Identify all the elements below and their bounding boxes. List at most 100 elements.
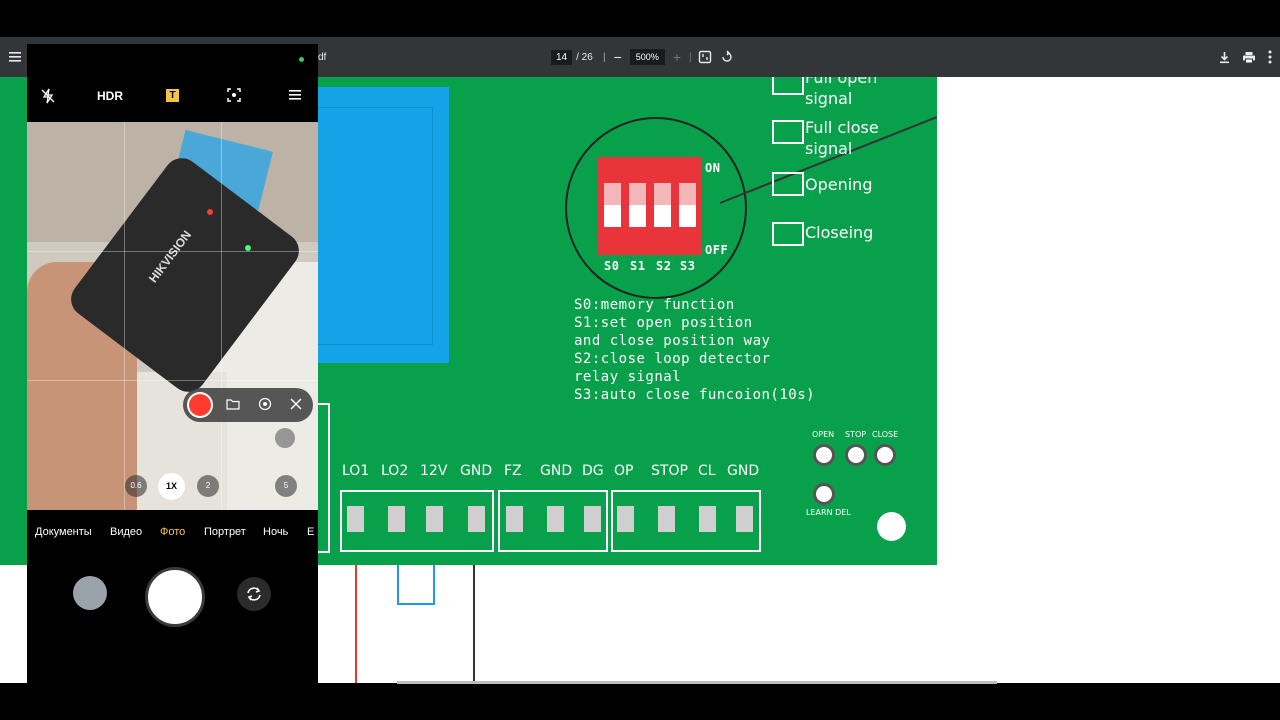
- terminal-pin: [388, 506, 405, 532]
- stop-button-label: STOP: [845, 430, 867, 439]
- horizontal-scrollbar[interactable]: [397, 681, 997, 684]
- learn-button-graphic: [816, 486, 832, 502]
- more-icon[interactable]: [1268, 37, 1272, 77]
- flash-off-icon[interactable]: [41, 88, 55, 107]
- menu-icon[interactable]: [289, 89, 301, 104]
- terminal-label: DG: [582, 463, 604, 479]
- dip-label-s2: S2: [656, 259, 672, 273]
- mode-photo[interactable]: Фото: [160, 526, 185, 538]
- open-button-graphic: [816, 447, 832, 463]
- terminal-pin: [506, 506, 523, 532]
- dip-switch-block: [598, 157, 702, 255]
- mounting-hole: [877, 512, 906, 541]
- terminal-pin: [547, 506, 564, 532]
- red-wire: [355, 565, 357, 683]
- grid-line: [27, 251, 318, 252]
- dip-label-s1: S1: [630, 259, 646, 273]
- rotate-icon[interactable]: [720, 37, 734, 77]
- terminal-label: 12V: [420, 463, 448, 479]
- terminal-label: GND: [727, 463, 760, 479]
- rotate-camera-icon: [247, 587, 261, 601]
- note-line: S0:memory function: [574, 297, 735, 313]
- terminal-pin: [347, 506, 364, 532]
- terminal-label: GND: [540, 463, 573, 479]
- terminal-label: LO1: [342, 463, 370, 479]
- close-button-label: CLOSE: [872, 430, 899, 439]
- note-line: and close position way: [574, 333, 771, 349]
- dip-off-label: OFF: [705, 243, 729, 257]
- folder-icon[interactable]: [226, 397, 240, 416]
- page-number-input[interactable]: 14: [551, 49, 573, 65]
- zoom-option[interactable]: 5: [275, 475, 297, 497]
- learn-del-label: LEARN DEL: [806, 508, 851, 517]
- screenshot-icon[interactable]: [258, 397, 272, 416]
- qr-scan-icon[interactable]: [275, 428, 295, 448]
- note-line: relay signal: [574, 369, 682, 385]
- zoom-divider: |: [603, 51, 606, 63]
- zoom-option[interactable]: 2: [197, 475, 219, 497]
- dip-notes: S0:memory function S1:set open position …: [574, 296, 815, 404]
- zoom-in-icon[interactable]: +: [673, 49, 681, 65]
- legend-led-icon: [772, 77, 804, 95]
- mode-video[interactable]: Видео: [110, 526, 142, 538]
- legend-led-icon: [772, 120, 804, 144]
- gallery-thumbnail[interactable]: [73, 576, 107, 610]
- floating-recorder-bar: [183, 388, 313, 422]
- mode-documents[interactable]: Документы: [35, 526, 92, 538]
- text-mode-icon[interactable]: T: [166, 89, 179, 102]
- note-line: S2:close loop detector: [574, 351, 771, 367]
- terminal-label: LO2: [381, 463, 409, 479]
- terminal-pin: [426, 506, 443, 532]
- black-wire: [473, 565, 475, 683]
- zoom-level-input[interactable]: 500%: [629, 49, 665, 65]
- mode-portrait[interactable]: Портрет: [204, 526, 246, 538]
- download-icon[interactable]: [1218, 37, 1231, 77]
- note-line: S1:set open position: [574, 315, 753, 331]
- dip-label-s0: S0: [604, 259, 620, 273]
- page-total: / 26: [576, 51, 593, 63]
- terminal-label: STOP: [651, 463, 688, 479]
- terminal-label: FZ: [504, 463, 522, 479]
- terminal-pin: [658, 506, 675, 532]
- grid-line: [221, 122, 222, 510]
- stop-button-graphic: [848, 447, 864, 463]
- zoom-option[interactable]: 0.6: [125, 475, 147, 497]
- page-indicator: 14 / 26: [551, 37, 593, 77]
- dip-switch-0: [604, 183, 621, 227]
- zoom-divider-2: |: [689, 51, 692, 63]
- note-line: S3:auto close funcoion(10s): [574, 387, 816, 403]
- legend-full-close: Full close signal: [805, 118, 879, 158]
- scan-icon[interactable]: [227, 88, 241, 105]
- grid-line: [124, 122, 125, 510]
- shutter-button[interactable]: [145, 567, 205, 627]
- terminal-label: CL: [698, 463, 716, 479]
- relay-block-inner: [300, 107, 433, 345]
- dip-label-s3: S3: [680, 259, 696, 273]
- zoom-out-icon[interactable]: −: [614, 49, 622, 65]
- close-button-graphic: [877, 447, 893, 463]
- mode-night[interactable]: Ночь: [263, 526, 288, 538]
- camera-viewfinder[interactable]: HIKVISION 0.6 1X 2 5: [27, 122, 318, 510]
- zoom-option-active[interactable]: 1X: [158, 473, 185, 500]
- legend-full-open: Full open signal: [805, 77, 878, 108]
- record-button[interactable]: [189, 394, 211, 416]
- hdr-toggle[interactable]: HDR: [97, 89, 123, 103]
- dip-switch-2: [654, 183, 671, 227]
- legend-led-icon: [772, 222, 804, 246]
- terminal-pin: [468, 506, 485, 532]
- dip-switch-3: [679, 183, 696, 227]
- mode-more[interactable]: E: [307, 526, 314, 538]
- menu-icon[interactable]: [8, 37, 22, 77]
- terminal-label: GND: [460, 463, 493, 479]
- fit-page-icon[interactable]: [698, 37, 712, 77]
- close-icon[interactable]: [290, 397, 302, 415]
- document-title: df: [318, 51, 327, 63]
- blue-wire: [397, 565, 435, 605]
- switch-camera-button[interactable]: [237, 577, 271, 611]
- terminal-pin: [617, 506, 634, 532]
- terminal-pin: [699, 506, 716, 532]
- grid-line: [27, 380, 318, 381]
- print-icon[interactable]: [1242, 37, 1256, 77]
- zoom-controls: | − 500% + |: [603, 37, 692, 77]
- status-dot: [299, 57, 304, 62]
